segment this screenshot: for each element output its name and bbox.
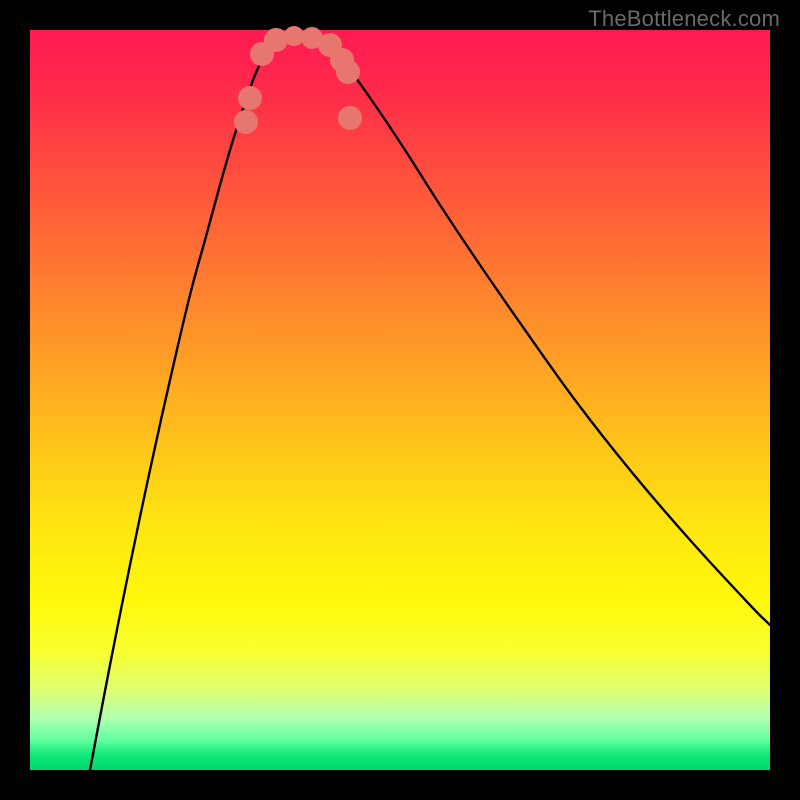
watermark-text: TheBottleneck.com: [588, 6, 780, 32]
valley-marker: [284, 26, 304, 46]
valley-marker: [338, 106, 362, 130]
valley-marker: [264, 28, 288, 52]
curve-layer: [30, 30, 770, 770]
valley-marker: [234, 110, 258, 134]
bottleneck-curve: [90, 36, 770, 770]
plot-area: [30, 30, 770, 770]
chart-container: TheBottleneck.com: [0, 0, 800, 800]
valley-marker: [336, 60, 360, 84]
valley-marker: [238, 86, 262, 110]
